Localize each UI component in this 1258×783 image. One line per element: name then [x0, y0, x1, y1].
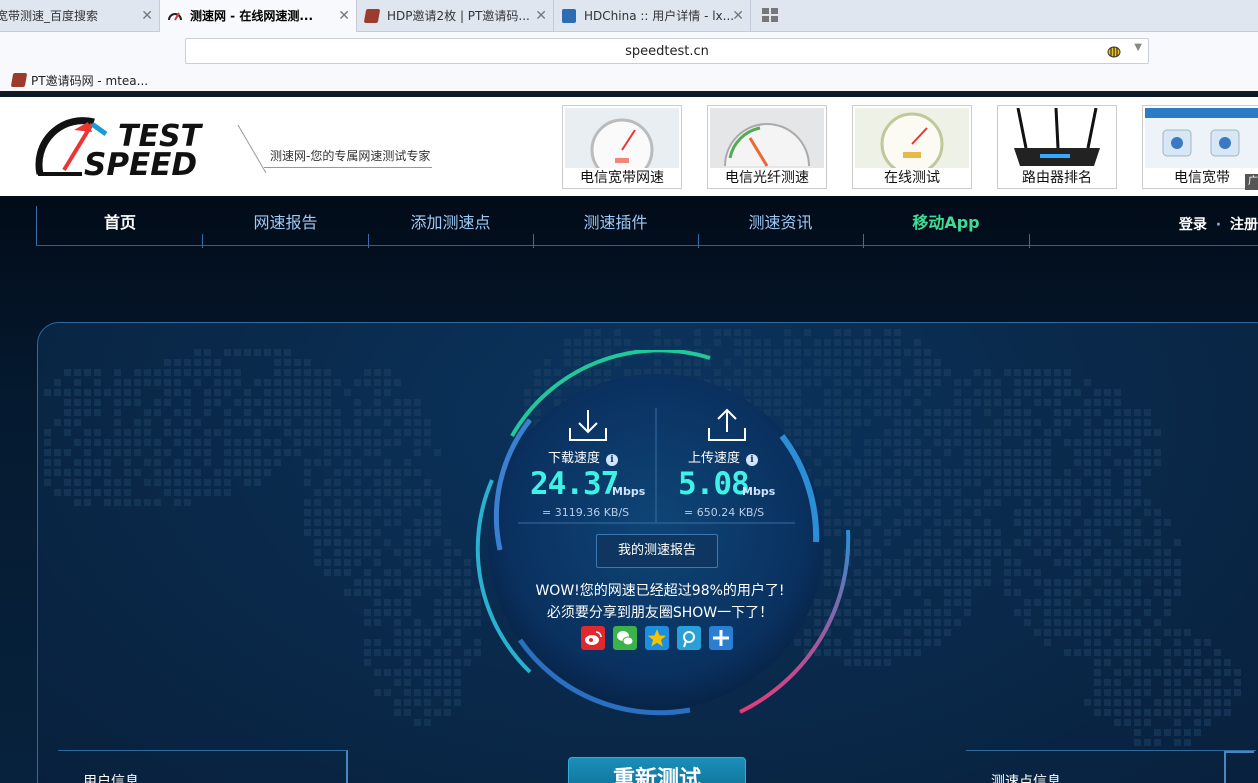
- thumb-caption: 电信宽带: [1174, 170, 1230, 186]
- close-icon[interactable]: ✕: [338, 0, 350, 32]
- book-favicon-icon: [363, 9, 381, 23]
- main-nav: 首页 网速报告 添加测速点 测速插件 测速资讯 移动App 登录 · 注册: [36, 206, 1258, 248]
- tencent-weibo-icon[interactable]: [677, 626, 701, 650]
- more-share-icon[interactable]: [709, 626, 733, 650]
- nav-mobile-app[interactable]: 移动App: [863, 210, 1029, 236]
- hdchina-favicon-icon: [562, 9, 576, 23]
- thumb-caption: 在线测试: [884, 170, 940, 186]
- gauge-thumb-image: [710, 108, 824, 168]
- address-bar: speedtest.cn ▼: [0, 32, 1258, 68]
- nav-home[interactable]: 首页: [37, 210, 203, 236]
- bee-extension-icon[interactable]: [1106, 44, 1122, 58]
- register-link[interactable]: 注册: [1230, 217, 1258, 233]
- nav-report[interactable]: 网速报告: [203, 210, 368, 236]
- tab-overview-icon[interactable]: [762, 8, 780, 24]
- nav-news[interactable]: 测速资讯: [698, 210, 863, 236]
- book-icon: [10, 73, 28, 87]
- close-icon[interactable]: ✕: [141, 0, 153, 32]
- url-text: speedtest.cn: [625, 44, 709, 59]
- ad-thumb[interactable]: 电信宽带网速: [562, 105, 682, 189]
- ad-thumb[interactable]: 电信光纤测速: [707, 105, 827, 189]
- share-prompt: 必须要分享到朋友圈SHOW一下了！: [546, 605, 774, 621]
- ad-thumb[interactable]: 在线测试: [852, 105, 972, 189]
- tab-title: 测速网 - 在线网速测...: [190, 9, 314, 23]
- nav-plugin[interactable]: 测速插件: [533, 210, 698, 236]
- download-unit: Mbps: [612, 485, 646, 498]
- logo-text-speed: SPEED: [84, 147, 197, 178]
- browser-tab[interactable]: HDP邀请2枚 | PT邀请码... ✕: [357, 0, 554, 32]
- login-links: 登录 · 注册: [1178, 217, 1258, 233]
- gauge-thumb-image: [565, 108, 679, 168]
- download-value: 24.37: [530, 466, 619, 502]
- close-icon[interactable]: ✕: [535, 0, 547, 32]
- qzone-icon[interactable]: [645, 626, 669, 650]
- testspeed-logo[interactable]: TEST SPEED: [34, 112, 234, 178]
- browser-tab[interactable]: 宽带测速_百度搜索 ✕: [0, 0, 160, 32]
- login-link[interactable]: 登录: [1179, 217, 1207, 233]
- bookmark-label: PT邀请码网 - mtea...: [31, 74, 149, 88]
- tab-title: HDChina :: 用户详情 - lx...: [584, 9, 735, 23]
- browser-tabbar: 宽带测速_百度搜索 ✕ 测速网 - 在线网速测... ✕ HDP邀请2枚 | P…: [0, 0, 1258, 33]
- node-info-title: 测速点信息: [991, 774, 1061, 783]
- upload-value: 5.08: [678, 466, 750, 502]
- upload-kbps: = 650.24 KB/S: [684, 506, 765, 519]
- retest-button[interactable]: 重新测试: [568, 757, 746, 783]
- ad-thumb[interactable]: 路由器排名: [997, 105, 1117, 189]
- bookmark-item[interactable]: PT邀请码网 - mtea...: [10, 72, 149, 89]
- download-arrow-icon: [569, 410, 607, 441]
- tab-title: 宽带测速_百度搜索: [0, 9, 99, 23]
- upload-arrow-icon: [708, 408, 746, 441]
- site-header: TEST SPEED 测速网-您的专属网速测试专家 电信宽带网速 电信光纤测速: [0, 97, 1258, 196]
- upload-unit: Mbps: [742, 485, 776, 498]
- node-info-box: 测速点信息: [966, 750, 1256, 783]
- nav-add-node[interactable]: 添加测速点: [368, 210, 533, 236]
- gauge-thumb-image: [855, 108, 969, 168]
- bookmarks-bar: PT邀请码网 - mtea...: [0, 68, 1258, 94]
- my-report-button[interactable]: 我的测速报告: [596, 534, 718, 568]
- url-input[interactable]: speedtest.cn ▼: [185, 38, 1149, 64]
- ad-corner-tag: 广: [1245, 174, 1258, 190]
- tab-title: HDP邀请2枚 | PT邀请码...: [387, 9, 530, 23]
- weibo-icon[interactable]: [581, 626, 605, 650]
- download-kbps: = 3119.36 KB/S: [542, 506, 630, 519]
- site-tagline: 测速网-您的专属网速测试专家: [264, 147, 433, 168]
- thumb-caption: 路由器排名: [1022, 170, 1092, 186]
- user-info-box: 用户信息: [58, 750, 348, 783]
- router-thumb-image: [1000, 108, 1114, 168]
- browser-tab-active[interactable]: 测速网 - 在线网速测... ✕: [160, 0, 357, 33]
- thumb-caption: 电信宽带网速: [580, 170, 664, 186]
- info-icon[interactable]: i: [606, 454, 619, 466]
- ad-thumb[interactable]: 电信宽带: [1142, 105, 1258, 189]
- upload-label: 上传速度 i: [688, 447, 759, 466]
- wow-message: WOW!您的网速已经超过98%的用户了!: [535, 583, 785, 599]
- url-dropdown-icon[interactable]: ▼: [1134, 42, 1142, 53]
- software-thumb-image: [1145, 108, 1258, 168]
- download-label: 下载速度 i: [548, 447, 619, 466]
- browser-tab[interactable]: HDChina :: 用户详情 - lx... ✕: [554, 0, 751, 32]
- wechat-icon[interactable]: [613, 626, 637, 650]
- close-icon[interactable]: ✕: [732, 0, 744, 32]
- speedtest-favicon-icon: [168, 12, 182, 21]
- user-info-title: 用户信息: [83, 774, 139, 783]
- info-icon[interactable]: i: [746, 454, 759, 466]
- thumb-caption: 电信光纤测速: [725, 170, 809, 186]
